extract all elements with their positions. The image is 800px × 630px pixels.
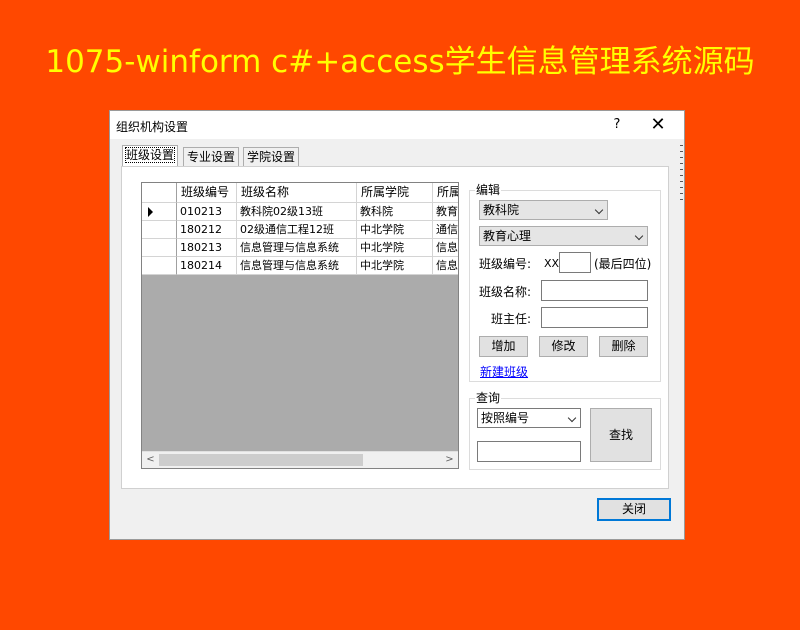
tab-major-settings[interactable]: 专业设置 (183, 147, 240, 166)
horizontal-scrollbar[interactable]: < > (142, 451, 458, 468)
col-header-class-name[interactable]: 班级名称 (237, 183, 357, 203)
grid-corner (142, 183, 177, 203)
class-no-hint: (最后四位) (594, 257, 652, 271)
class-no-input[interactable] (559, 252, 591, 273)
class-no-prefix: XX (544, 257, 560, 270)
edit-group-title: 编辑 (475, 183, 502, 197)
cell-class-no[interactable]: 010213 (177, 203, 237, 221)
class-name-input[interactable] (541, 280, 648, 301)
chevron-down-icon (567, 413, 577, 423)
add-button[interactable]: 增加 (479, 336, 528, 357)
close-button[interactable]: 关闭 (597, 498, 671, 521)
cell-class-name[interactable]: 信息管理与信息系统 (237, 239, 357, 257)
help-button[interactable]: ? (610, 114, 624, 136)
college-combo[interactable]: 教科院 (479, 200, 608, 220)
window-title: 组织机构设置 (116, 120, 189, 134)
new-class-link[interactable]: 新建班级 (480, 365, 528, 379)
org-settings-dialog: 组织机构设置 ? ✕ 班级设置 专业设置 学院设置 班级编号 班级名称 所属学院… (109, 110, 685, 540)
cell-class-name[interactable]: 02级通信工程12班 (237, 221, 357, 239)
head-teacher-label: 班主任: (491, 312, 532, 326)
search-button[interactable]: 查找 (590, 408, 652, 462)
query-group: 查询 按照编号 查找 (469, 391, 661, 470)
scroll-right-icon[interactable]: > (441, 452, 458, 468)
major-combo[interactable]: 教育心理 (479, 226, 648, 246)
cell-class-name[interactable]: 教科院02级13班 (237, 203, 357, 221)
cell-class-name[interactable]: 信息管理与信息系统 (237, 257, 357, 275)
query-group-title: 查询 (475, 391, 502, 405)
cell-college[interactable]: 教科院 (357, 203, 433, 221)
cell-college[interactable]: 中北学院 (357, 257, 433, 275)
grid-header-row: 班级编号 班级名称 所属学院 所属 (142, 183, 458, 203)
tab-class-settings[interactable]: 班级设置 (122, 145, 179, 167)
cell-major[interactable]: 教育 (433, 203, 458, 221)
close-window-icon[interactable]: ✕ (646, 114, 670, 136)
scroll-left-icon[interactable]: < (142, 452, 159, 468)
cell-major[interactable]: 信息 (433, 257, 458, 275)
query-input[interactable] (477, 441, 581, 462)
cell-class-no[interactable]: 180212 (177, 221, 237, 239)
current-row-arrow-icon (148, 207, 153, 217)
query-mode-combo[interactable]: 按照编号 (477, 408, 581, 428)
cell-class-no[interactable]: 180214 (177, 257, 237, 275)
col-header-major[interactable]: 所属 (433, 183, 458, 203)
row-selector[interactable] (142, 221, 177, 239)
row-selector[interactable] (142, 203, 177, 221)
class-no-label: 班级编号: (479, 257, 532, 271)
col-header-college[interactable]: 所属学院 (357, 183, 433, 203)
class-name-label: 班级名称: (479, 285, 532, 299)
class-grid[interactable]: 班级编号 班级名称 所属学院 所属 010213 教科院02级13班 教科院 教… (141, 182, 459, 469)
table-row[interactable]: 010213 教科院02级13班 教科院 教育 (142, 203, 458, 221)
table-row[interactable]: 180213 信息管理与信息系统 中北学院 信息 (142, 239, 458, 257)
chevron-down-icon (634, 231, 644, 241)
tab-college-settings[interactable]: 学院设置 (243, 147, 300, 166)
row-selector[interactable] (142, 239, 177, 257)
class-settings-panel: 班级编号 班级名称 所属学院 所属 010213 教科院02级13班 教科院 教… (121, 166, 669, 489)
table-row[interactable]: 180214 信息管理与信息系统 中北学院 信息 (142, 257, 458, 275)
head-teacher-input[interactable] (541, 307, 648, 328)
right-edge-artifact (680, 145, 683, 205)
delete-button[interactable]: 删除 (599, 336, 648, 357)
cell-class-no[interactable]: 180213 (177, 239, 237, 257)
modify-button[interactable]: 修改 (539, 336, 588, 357)
cell-college[interactable]: 中北学院 (357, 221, 433, 239)
cell-major[interactable]: 通信 (433, 221, 458, 239)
cell-college[interactable]: 中北学院 (357, 239, 433, 257)
col-header-class-no[interactable]: 班级编号 (177, 183, 237, 203)
table-row[interactable]: 180212 02级通信工程12班 中北学院 通信 (142, 221, 458, 239)
cell-major[interactable]: 信息 (433, 239, 458, 257)
row-selector[interactable] (142, 257, 177, 275)
scroll-thumb[interactable] (159, 454, 363, 466)
chevron-down-icon (594, 205, 604, 215)
title-bar[interactable]: 组织机构设置 ? ✕ (110, 111, 684, 139)
edit-group: 编辑 教科院 教育心理 班级编号: XX (最后四位) 班级名称: 班主任: 增… (469, 183, 661, 382)
banner-title: 1075-winform c#+access学生信息管理系统源码 (45, 44, 755, 80)
